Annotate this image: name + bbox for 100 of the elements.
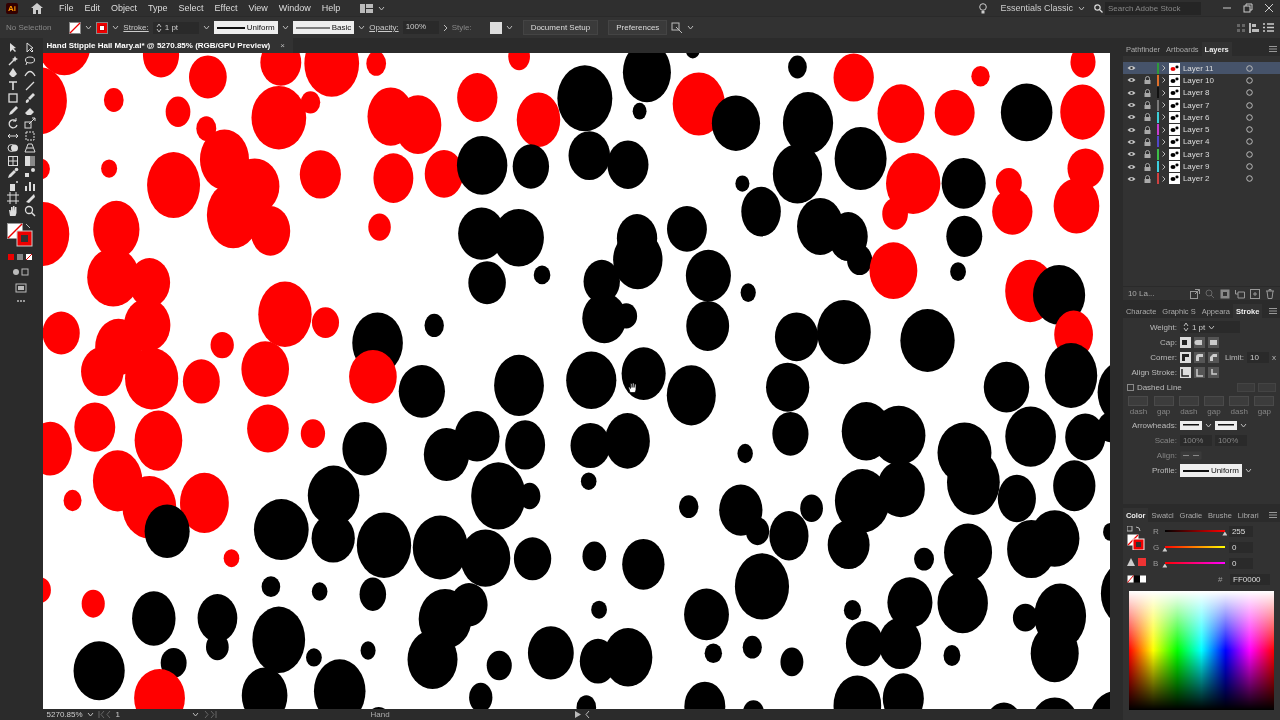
target-circle-icon[interactable] [1245,64,1253,72]
layer-row[interactable]: Layer 10 [1122,74,1280,87]
target-circle-icon[interactable] [1245,150,1253,158]
chevron-left-icon[interactable] [584,711,590,718]
home-icon[interactable] [31,2,43,14]
more-icon[interactable] [16,298,27,303]
new-sublayer-icon[interactable] [1235,288,1245,299]
fill-none-swatch-icon[interactable] [69,21,82,34]
align-inside-icon[interactable] [1193,366,1205,378]
caret-icon[interactable] [378,5,386,11]
target-circle-icon[interactable] [1245,175,1253,183]
slider-thumb[interactable] [1222,531,1228,536]
perspective-grid-icon[interactable] [23,142,36,154]
eye-icon[interactable] [1126,77,1136,84]
restore-icon[interactable] [1243,3,1253,13]
menu-item[interactable]: Window [275,3,314,13]
zoom-icon[interactable] [23,204,36,217]
eye-icon[interactable] [1126,163,1136,170]
start-arrowhead-dropdown[interactable] [1179,420,1202,430]
layout-icon[interactable] [360,3,374,13]
gradient-icon[interactable] [23,154,36,167]
brush-icon[interactable] [23,92,36,104]
close-button[interactable]: × [280,41,285,50]
clipping-mask-icon[interactable] [1220,288,1230,299]
butt-cap-icon[interactable] [1179,336,1191,348]
new-layer-icon[interactable] [1250,288,1260,299]
hex-field[interactable]: FF0000 [1230,574,1270,585]
direct-select-icon[interactable] [23,42,36,54]
trash-icon[interactable] [1265,288,1275,299]
layer-row[interactable]: Layer 2 [1122,172,1280,185]
eye-icon[interactable] [1126,175,1136,182]
out-of-gamut-warning-icon[interactable] [1126,558,1147,567]
lock-icon[interactable] [1143,174,1151,183]
caret-icon[interactable] [281,25,289,30]
column-graph-icon[interactable] [23,179,36,192]
limit-field[interactable]: 10 [1247,351,1269,363]
caret-icon[interactable] [1244,468,1252,473]
caret-icon[interactable] [86,712,94,717]
menu-item[interactable]: Select [175,3,207,13]
screen-mode-icon[interactable] [15,282,28,293]
caret-icon[interactable] [1204,422,1212,428]
lock-icon[interactable] [1143,113,1151,122]
type-icon[interactable] [6,79,19,92]
style-swatch[interactable] [489,21,502,34]
scale-icon[interactable] [23,117,36,129]
workspace-switcher[interactable]: Essentials Classic [1000,3,1073,13]
lock-icon[interactable] [1143,88,1151,97]
target-circle-icon[interactable] [1245,126,1253,134]
menu-item[interactable]: Help [318,3,344,13]
lock-icon[interactable] [1143,76,1151,85]
channel-value-field[interactable]: 0 [1228,542,1253,553]
checkbox[interactable] [1126,383,1134,391]
end-arrowhead-dropdown[interactable] [1214,420,1237,430]
round-cap-icon[interactable] [1193,336,1205,348]
caret-icon[interactable] [191,712,199,717]
slider-thumb[interactable] [1162,547,1168,552]
color-spectrum[interactable] [1128,591,1274,710]
document-tab[interactable]: Hand Stipple Hail Mary.ai* @ 5270.85% (RGB/GPU Preview) × [42,38,293,53]
brush-dropdown[interactable]: Basic [292,21,355,34]
eye-icon[interactable] [1126,89,1136,96]
layer-row[interactable]: Layer 7 [1122,98,1280,112]
rectangle-icon[interactable] [6,92,19,104]
layer-row[interactable]: Layer 5 [1122,123,1280,136]
wand-icon[interactable] [6,54,19,67]
export-icon[interactable] [1190,288,1200,299]
mesh-icon[interactable] [6,154,19,167]
menu-item[interactable]: Type [145,3,171,13]
lock-icon[interactable] [1143,101,1151,110]
stepper-icon[interactable] [155,22,162,33]
pen-icon[interactable] [6,67,19,79]
round-join-icon[interactable] [1193,351,1205,363]
layer-row[interactable]: Layer 6 [1122,111,1280,124]
menu-item[interactable]: View [245,3,271,13]
target-circle-icon[interactable] [1245,101,1253,109]
caret-icon[interactable] [1078,5,1085,11]
target-circle-icon[interactable] [1245,89,1253,97]
layer-row[interactable]: Layer 11 [1122,62,1280,75]
list-icon[interactable] [1263,23,1274,32]
target-circle-icon[interactable] [1245,163,1253,170]
caret-icon[interactable] [687,25,695,30]
opacity-field[interactable]: 100% [402,21,439,34]
layer-row[interactable]: Layer 9 [1122,160,1280,173]
weight-field[interactable]: 1 pt [1179,321,1240,333]
menu-item[interactable]: Object [108,3,141,13]
lock-icon[interactable] [1143,162,1151,171]
artboard-icon[interactable] [6,192,19,204]
channel-value-field[interactable]: 0 [1228,558,1253,569]
caret-icon[interactable] [112,25,120,30]
lock-icon[interactable] [1143,150,1151,159]
fill-stroke-swatches-icon[interactable] [1126,526,1147,550]
stroke-profile-dropdown[interactable]: Uniform [213,21,278,34]
eye-icon[interactable] [1126,102,1136,109]
caret-icon[interactable] [1239,422,1247,428]
caret-icon[interactable] [505,25,513,30]
eye-icon[interactable] [1126,126,1136,133]
pencil-icon[interactable] [6,104,19,117]
profile-dropdown[interactable]: Uniform [1179,464,1242,477]
stroke-label[interactable]: Stroke: [123,23,149,32]
miter-join-icon[interactable] [1179,351,1191,363]
layer-row[interactable]: Layer 3 [1122,148,1280,161]
